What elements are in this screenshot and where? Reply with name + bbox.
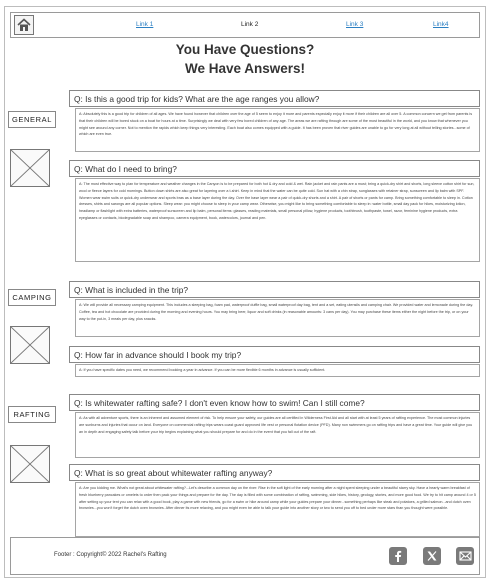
facebook-icon[interactable] (389, 547, 407, 565)
section-label-camping: CAMPING (8, 289, 56, 306)
image-placeholder (10, 445, 50, 483)
faq-answer: A: If you have specific dates you need, … (75, 364, 480, 377)
top-nav: Link 1 Link 2 Link 3 Link4 (10, 12, 480, 38)
page-title-line-2: We Have Answers! (184, 61, 306, 76)
faq-question[interactable]: Q: How far in advance should I book my t… (69, 346, 480, 363)
image-placeholder (10, 149, 50, 187)
faq-answer: A: As with all adventure sports, there i… (75, 412, 480, 458)
footer: Footer : Copyright© 2022 Rachel's Raftin… (10, 537, 480, 575)
section-label-rafting: RAFTING (8, 406, 56, 423)
nav-link-1[interactable]: Link 1 (136, 21, 153, 28)
home-button[interactable] (14, 15, 34, 35)
faq-answer: A: Absolutely this is a good trip for ch… (75, 108, 480, 152)
twitter-icon[interactable] (423, 547, 441, 565)
faq-answer: A: We will provide all necessary camping… (75, 299, 480, 337)
faq-question[interactable]: Q: What is included in the trip? (69, 281, 480, 298)
faq-question[interactable]: Q: Is this a good trip for kids? What ar… (69, 90, 480, 107)
faq-answer: A: The most effective way to plan for te… (75, 178, 480, 262)
nav-link-3[interactable]: Link 3 (346, 21, 363, 28)
page-title-line-1: You Have Questions? (175, 42, 315, 57)
email-icon[interactable] (456, 547, 474, 565)
nav-link-4[interactable]: Link4 (433, 21, 449, 28)
faq-answer: A: Are you kidding me. What's not great … (75, 482, 480, 537)
faq-question[interactable]: Q: What do I need to bring? (69, 160, 480, 177)
home-icon (17, 18, 31, 31)
faq-question[interactable]: Q: Is whitewater rafting safe? I don't e… (69, 394, 480, 411)
nav-link-2[interactable]: Link 2 (241, 21, 258, 28)
faq-question[interactable]: Q: What is so great about whitewater raf… (69, 464, 480, 481)
page-container: Link 1 Link 2 Link 3 Link4 You Have Ques… (4, 6, 486, 578)
image-placeholder (10, 326, 50, 364)
footer-copyright: Footer : Copyright© 2022 Rachel's Raftin… (54, 552, 167, 558)
section-label-general: GENERAL (8, 111, 56, 128)
